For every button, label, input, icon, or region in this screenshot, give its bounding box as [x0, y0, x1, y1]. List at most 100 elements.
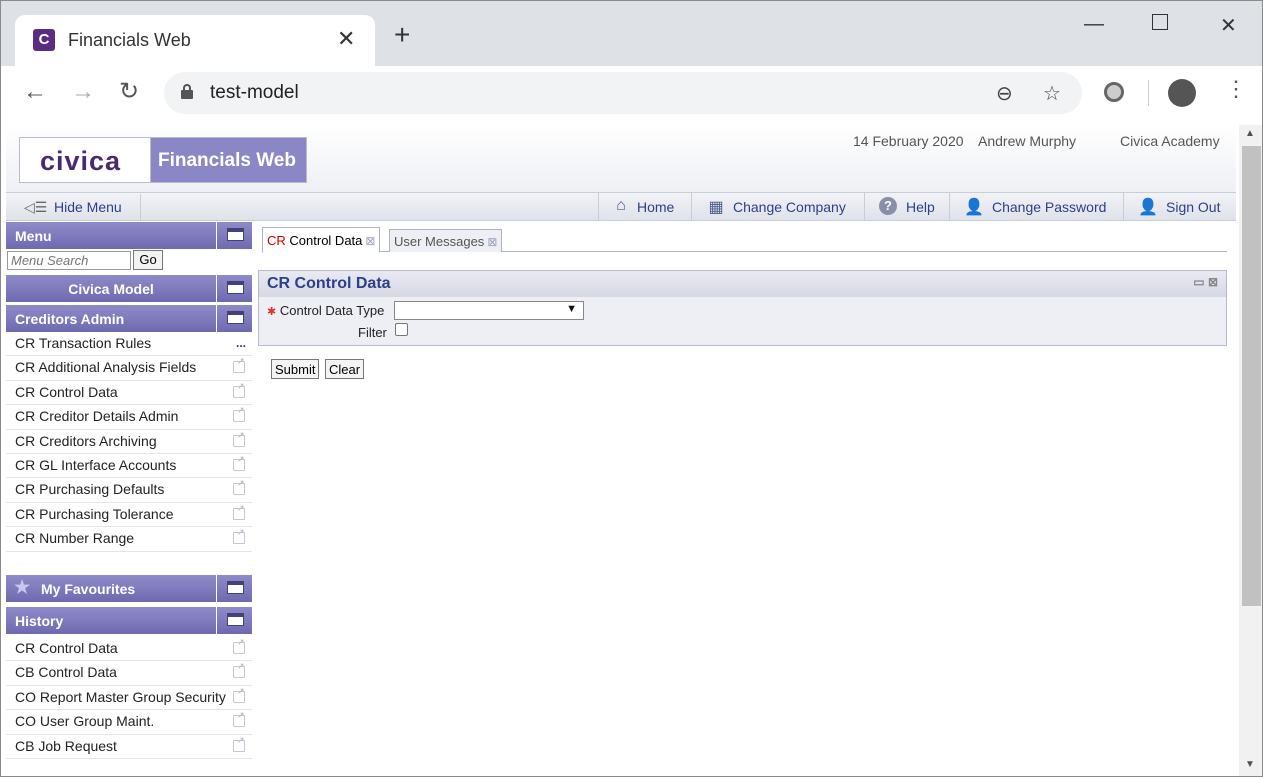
history-collapse-button[interactable] [216, 607, 252, 634]
civica-logo: civica [19, 137, 151, 183]
sign-out-link[interactable]: 👤 Sign Out [1123, 193, 1233, 221]
minimize-icon[interactable]: — [1084, 13, 1104, 36]
change-password-link[interactable]: 👤 Change Password [949, 193, 1123, 221]
menu-item[interactable]: CR Purchasing Defaults [6, 478, 252, 503]
menu-spacer [6, 552, 252, 576]
menu-item[interactable]: CR Additional Analysis Fields [6, 356, 252, 381]
change-company-link[interactable]: ▦ Change Company [691, 193, 864, 221]
form-header: CR Control Data ▭ ⊠ [258, 270, 1227, 298]
collapse-icon [227, 228, 244, 241]
control-data-type-select[interactable]: ▼ [394, 301, 584, 320]
browser-tab[interactable]: C Financials Web ✕ [15, 15, 375, 66]
open-external-icon[interactable] [233, 405, 245, 423]
tab-favicon-icon: C [33, 29, 55, 51]
clear-button[interactable]: Clear [325, 359, 365, 379]
product-name: Financials Web [151, 137, 307, 183]
more-icon[interactable]: ... [236, 336, 246, 350]
history-item-label: CB Control Data [15, 664, 117, 681]
history-item[interactable]: CB Job Request [6, 735, 252, 759]
building-icon: ▦ [708, 199, 724, 216]
menu-item-label: CR Purchasing Tolerance [15, 505, 174, 522]
open-external-icon[interactable] [233, 503, 245, 520]
section-title: Creditors Admin [15, 311, 125, 327]
window-close-icon[interactable]: ✕ [1220, 13, 1237, 38]
open-external-icon[interactable] [233, 478, 245, 496]
model-collapse-button[interactable] [216, 275, 252, 302]
menu-item[interactable]: CR Creditor Details Admin [6, 405, 252, 430]
history-item[interactable]: CB Control Data [6, 661, 252, 686]
open-external-icon[interactable] [233, 686, 245, 703]
bookmark-star-icon[interactable]: ☆ [1043, 81, 1061, 106]
profile-avatar-icon[interactable] [1168, 79, 1196, 107]
history-title: History [15, 613, 64, 629]
model-panel-header: Civica Model [6, 275, 252, 302]
menu-item-label: CR Additional Analysis Fields [15, 359, 197, 376]
address-bar[interactable]: test-model ⊖ ☆ [164, 72, 1082, 114]
scroll-thumb[interactable] [1242, 146, 1261, 606]
dropdown-arrow-icon: ▼ [566, 303, 577, 315]
reload-icon[interactable]: ↻ [119, 80, 139, 104]
menu-collapse-button[interactable] [216, 222, 252, 249]
history-item[interactable]: CO User Group Maint. [6, 710, 252, 735]
open-external-icon[interactable] [233, 454, 245, 471]
open-external-icon[interactable] [233, 637, 245, 654]
scroll-up-icon[interactable]: ▲ [1245, 128, 1255, 139]
filter-checkbox[interactable] [395, 323, 408, 336]
open-external-icon[interactable] [233, 356, 245, 374]
maximize-icon[interactable] [1152, 14, 1168, 30]
open-external-icon[interactable] [233, 381, 245, 398]
menu-item[interactable]: CR GL Interface Accounts [6, 454, 252, 479]
new-tab-icon[interactable]: + [394, 21, 410, 49]
help-link[interactable]: ? Help [864, 193, 949, 221]
creditors-admin-header[interactable]: Creditors Admin [6, 305, 252, 332]
open-external-icon[interactable] [233, 710, 245, 728]
extension-icon[interactable] [1104, 82, 1124, 102]
home-label: Home [637, 199, 675, 215]
history-item[interactable]: CO Report Master Group Security [6, 686, 252, 711]
open-external-icon[interactable] [233, 430, 245, 447]
lock-icon [181, 84, 193, 99]
tab-close-icon[interactable]: ⊠ [487, 235, 497, 249]
open-external-icon[interactable] [233, 661, 245, 679]
open-external-icon[interactable] [233, 527, 245, 545]
history-item-label: CB Job Request [15, 737, 117, 754]
home-link[interactable]: ⌂ Home [598, 193, 691, 221]
menu-item[interactable]: CR Creditors Archiving [6, 430, 252, 454]
tab-prefix: CR [267, 233, 286, 248]
submit-button[interactable]: Submit [271, 359, 320, 379]
collapse-icon [227, 281, 244, 294]
tab-user-messages[interactable]: User Messages ⊠ [389, 229, 503, 252]
favourites-collapse-button[interactable] [216, 575, 252, 602]
menu-item-label: CR Control Data [15, 383, 118, 400]
menu-item[interactable]: CR Control Data [6, 381, 252, 406]
menu-search-input[interactable] [7, 251, 131, 270]
hide-menu-button[interactable]: ◁☰ Hide Menu [8, 194, 141, 220]
favourites-header[interactable]: ★ My Favourites [6, 575, 252, 602]
sign-out-label: Sign Out [1166, 199, 1221, 215]
menu-search-go-button[interactable]: Go [133, 250, 163, 270]
history-item[interactable]: CR Control Data [6, 637, 252, 662]
scroll-down-icon[interactable]: ▼ [1245, 759, 1255, 770]
menu-item-label: CR Creditor Details Admin [15, 408, 179, 425]
page-scrollbar[interactable]: ▲ ▼ [1239, 125, 1262, 776]
section-up-button[interactable] [216, 305, 252, 332]
menu-item-label: CR Purchasing Defaults [15, 481, 165, 498]
tab-close-icon[interactable]: ✕ [337, 26, 355, 52]
form-close-icon[interactable]: ⊠ [1208, 275, 1218, 289]
menu-item[interactable]: CR Transaction Rules... [6, 332, 252, 357]
browser-tabstrip: C Financials Web ✕ + — ✕ [1, 1, 1262, 66]
tab-close-icon[interactable]: ⊠ [365, 234, 375, 248]
change-company-label: Change Company [733, 199, 846, 215]
zoom-icon[interactable]: ⊖ [996, 81, 1013, 106]
hide-menu-label: Hide Menu [54, 199, 122, 215]
back-icon[interactable]: ← [23, 80, 47, 104]
menu-item[interactable]: CR Purchasing Tolerance [6, 503, 252, 528]
browser-menu-icon[interactable]: ⋮ [1225, 78, 1247, 100]
menu-item[interactable]: CR Number Range [6, 527, 252, 552]
window-icon[interactable]: ▭ [1193, 275, 1204, 289]
forward-icon[interactable]: → [71, 80, 95, 104]
open-external-icon[interactable] [233, 735, 245, 752]
tab-cr-control-data[interactable]: CR Control Data ⊠ [262, 227, 381, 253]
history-header[interactable]: History [6, 607, 252, 634]
menu-item-label: CR Creditors Archiving [15, 432, 157, 449]
